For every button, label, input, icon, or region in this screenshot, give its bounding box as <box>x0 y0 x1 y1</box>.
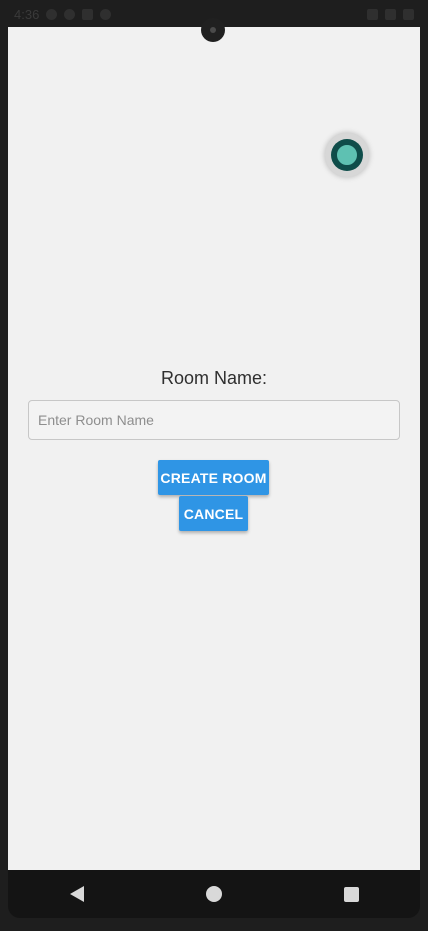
status-time: 4:36 <box>14 6 40 22</box>
floating-control-button[interactable] <box>325 133 369 177</box>
cancel-button[interactable]: CANCEL <box>179 496 248 531</box>
recent-apps-icon[interactable] <box>321 879 381 909</box>
status-left: 4:36 <box>14 6 112 22</box>
storage-icon <box>82 8 94 20</box>
android-navigation-bar <box>8 870 420 918</box>
home-icon[interactable] <box>184 879 244 909</box>
home-circle-icon <box>205 886 222 902</box>
signal-icon <box>385 8 396 20</box>
room-name-input[interactable] <box>28 400 400 440</box>
back-icon[interactable] <box>47 879 107 909</box>
settings-icon <box>46 8 58 20</box>
camera-cutout <box>201 18 225 42</box>
block-icon <box>100 8 112 20</box>
wifi-icon <box>367 8 378 20</box>
floating-control-dot <box>335 143 359 167</box>
floating-control-icon <box>331 139 363 171</box>
app-screen: Room Name: CREATE ROOM CANCEL <box>8 27 420 870</box>
recent-apps-square-icon <box>343 886 359 902</box>
status-right <box>367 8 414 20</box>
create-room-button[interactable]: CREATE ROOM <box>158 460 269 495</box>
room-name-label: Room Name: <box>160 368 268 388</box>
at-icon <box>64 8 76 20</box>
device-frame: 4:36 Room Name: CREATE ROOM CANCEL <box>0 0 428 931</box>
back-triangle-icon <box>69 886 84 902</box>
battery-icon <box>403 8 414 20</box>
